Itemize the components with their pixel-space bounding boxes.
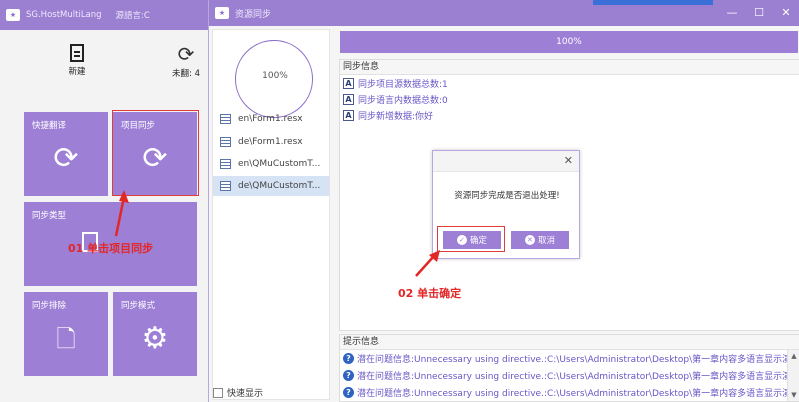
dialog-message: 资源同步完成是否退出处理!	[454, 191, 560, 201]
refresh-icon: ⟳	[177, 42, 195, 66]
text-a-icon: A	[343, 77, 354, 89]
file-item[interactable]: de\Form1.resx	[213, 132, 329, 152]
tile-sync-exclude[interactable]: 同步排除 🗋	[24, 292, 108, 376]
untranslated-button[interactable]: ⟳ 未翻: 4	[164, 44, 208, 79]
tile-label: 同步类型	[32, 211, 67, 221]
hint-header: 提示信息	[340, 335, 799, 350]
info-text: 同步项目源数据总数:1	[358, 79, 448, 90]
minimize-icon[interactable]: —	[723, 4, 741, 22]
gear-icon: ⚙	[141, 321, 169, 357]
hint-scrollbar[interactable]: ▲ ▼	[787, 350, 799, 401]
tile-label: 同步模式	[121, 301, 156, 311]
project-sync-highlight	[112, 110, 199, 196]
resx-file-icon	[220, 114, 231, 124]
file-item[interactable]: en\Form1.resx	[213, 109, 329, 129]
close-icon[interactable]: ✕	[777, 4, 795, 22]
file-item[interactable]: en\QMuCustomT...	[213, 154, 329, 174]
quick-display-label: 快速显示	[227, 389, 264, 399]
sync-icon: ⟳	[53, 141, 79, 177]
dialog-titlebar: ✕	[433, 151, 579, 172]
checkbox-box[interactable]	[213, 387, 223, 398]
resx-file-icon	[220, 159, 231, 169]
question-icon: ?	[343, 370, 354, 381]
question-icon: ?	[343, 387, 354, 398]
text-a-icon: A	[343, 109, 354, 121]
donut-percent: 100%	[262, 71, 288, 81]
hint-text: 潜在问题信息:Unnecessary using directive.:C:\U…	[357, 389, 799, 399]
cancel-icon: ✕	[524, 235, 535, 245]
hint-text: 潜在问题信息:Unnecessary using directive.:C:\U…	[357, 372, 799, 382]
sync-info-header: 同步信息	[340, 60, 799, 75]
main-titlebar: ★ SG.HostMultiLang 源語言:C	[0, 0, 208, 30]
progress-label: 100%	[556, 37, 582, 47]
untranslated-count-label: 未翻: 4	[172, 69, 200, 79]
question-icon: ?	[343, 353, 354, 364]
info-row: A 同步语言内数据总数:0	[340, 91, 799, 107]
file-name: de\QMuCustomT...	[238, 181, 321, 191]
scroll-down-icon[interactable]: ▼	[788, 389, 799, 401]
maximize-icon[interactable]: ☐	[750, 4, 768, 22]
sync-window-title: 资源同步	[235, 9, 272, 20]
tile-label: 快捷翻译	[32, 121, 67, 131]
cancel-button-label: 取消	[537, 236, 555, 246]
hint-row[interactable]: ? 潜在问题信息:Unnecessary using directive.:C:…	[340, 350, 799, 367]
new-button[interactable]: 新建	[62, 44, 92, 77]
file-item-selected[interactable]: de\QMuCustomT...	[213, 176, 329, 196]
quick-display-checkbox[interactable]: 快速显示	[213, 386, 263, 399]
scroll-up-icon[interactable]: ▲	[788, 350, 799, 362]
document-icon	[70, 44, 84, 62]
hint-text: 潜在问题信息:Unnecessary using directive.:C:\U…	[357, 355, 799, 365]
file-name: de\Form1.resx	[238, 137, 303, 147]
hint-row[interactable]: ? 潜在问题信息:Unnecessary using directive.:C:…	[340, 367, 799, 384]
tile-sync-mode[interactable]: 同步模式 ⚙	[113, 292, 197, 376]
main-window-title: SG.HostMultiLang	[26, 10, 102, 20]
annotation-step1: 01 单击项目同步	[68, 242, 154, 255]
hint-row[interactable]: ? 潜在问题信息:Unnecessary using directive.:C:…	[340, 384, 799, 401]
progress-bar: 100%	[340, 31, 798, 53]
info-text: 同步新增数据:你好	[358, 111, 434, 122]
file-gear-icon: 🗋	[56, 325, 76, 354]
info-row: A 同步新增数据:你好	[340, 107, 799, 123]
background-window-strip	[593, 0, 713, 5]
screenshot-root: ★ SG.HostMultiLang 源語言:C 新建 ⟳ 未翻: 4 快捷翻译…	[0, 0, 799, 402]
app-logo-icon: ★	[6, 9, 20, 21]
file-name: en\QMuCustomT...	[238, 159, 321, 169]
text-a-icon: A	[343, 93, 354, 105]
progress-donut: 100%	[235, 40, 313, 118]
source-language-label: 源語言:C	[115, 11, 150, 21]
main-window: ★ SG.HostMultiLang 源語言:C 新建 ⟳ 未翻: 4 快捷翻译…	[0, 0, 208, 402]
app-logo-icon: ★	[215, 7, 229, 19]
dialog-close-icon[interactable]: ✕	[564, 154, 573, 168]
info-text: 同步语言内数据总数:0	[358, 95, 448, 106]
annotation-step2: 02 单击确定	[398, 287, 462, 300]
new-button-label: 新建	[68, 67, 86, 77]
file-list-panel: 100% en\Form1.resx de\Form1.resx en\QMuC…	[212, 29, 330, 400]
resx-file-icon	[220, 137, 231, 147]
file-name: en\Form1.resx	[238, 114, 303, 124]
tile-label: 同步排除	[32, 301, 67, 311]
tile-quick-translate[interactable]: 快捷翻译 ⟳	[24, 112, 108, 196]
cancel-button[interactable]: ✕ 取消	[511, 231, 569, 249]
ok-button-highlight	[437, 226, 505, 252]
resx-file-icon	[220, 181, 231, 191]
info-row: A 同步项目源数据总数:1	[340, 75, 799, 91]
hint-panel: 提示信息 ? 潜在问题信息:Unnecessary using directiv…	[339, 334, 799, 402]
